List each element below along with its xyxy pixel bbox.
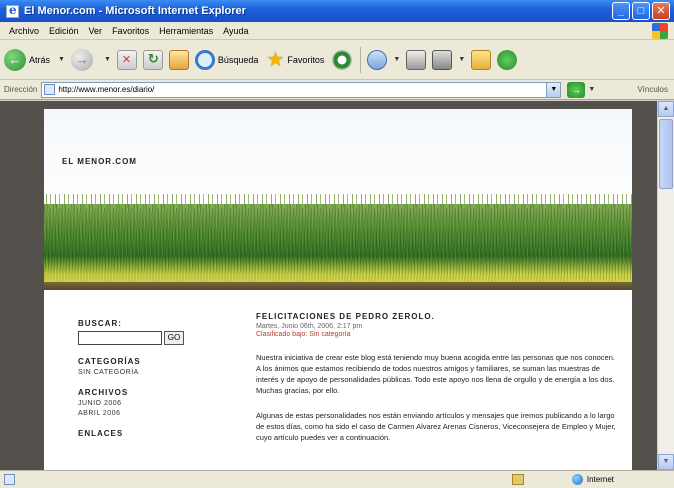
print-icon[interactable] <box>406 49 427 70</box>
magnifier-icon <box>194 49 215 70</box>
search-heading: BUSCAR: <box>78 319 122 328</box>
post-title[interactable]: FELICITACIONES DE PEDRO ZEROLO. <box>256 312 616 321</box>
search-row: GO <box>78 331 238 345</box>
window-controls: _ □ ✕ <box>612 2 670 20</box>
stop-icon[interactable] <box>116 49 137 70</box>
post-paragraph: Algunas de estas personalidades nos está… <box>256 411 616 442</box>
status-page-icon <box>4 474 15 485</box>
minimize-button[interactable]: _ <box>612 2 630 20</box>
archive-link-april[interactable]: ABRIL 2006 <box>78 410 238 417</box>
archives-heading: ARCHIVOS <box>78 388 129 397</box>
search-label: Búsqueda <box>217 54 259 65</box>
status-bar: Internet <box>0 470 674 488</box>
star-icon: ★ <box>266 49 285 71</box>
refresh-icon[interactable] <box>142 49 163 70</box>
scroll-thumb[interactable] <box>659 119 673 189</box>
menu-herramientas[interactable]: Herramientas <box>154 26 218 36</box>
edit-dropdown-icon[interactable]: ▼ <box>458 56 465 63</box>
links-heading: ENLACES <box>78 429 124 438</box>
toolbar-separator <box>360 46 362 73</box>
window-title: El Menor.com - Microsoft Internet Explor… <box>24 5 246 17</box>
header-grass-image <box>44 194 632 290</box>
menu-edicion[interactable]: Edición <box>44 26 84 36</box>
main-content: FELICITACIONES DE PEDRO ZEROLO. Martes, … <box>256 312 616 443</box>
back-label: Atrás <box>29 54 51 65</box>
menu-archivo[interactable]: Archivo <box>4 26 44 36</box>
post-body: Nuestra iniciativa de crear este blog es… <box>256 352 616 443</box>
forward-dropdown-icon[interactable]: ▼ <box>104 56 111 63</box>
windows-logo-icon <box>652 23 668 39</box>
edit-icon[interactable] <box>432 49 453 70</box>
links-label[interactable]: Vínculos <box>637 85 668 94</box>
forward-button[interactable]: → <box>70 48 96 71</box>
favorites-button[interactable]: ★ Favoritos <box>266 47 324 72</box>
back-button[interactable]: ← Atrás <box>4 48 51 71</box>
status-lock-icon <box>512 474 524 485</box>
history-icon[interactable] <box>332 49 353 70</box>
address-input[interactable]: http://www.menor.es/diario/ ▼ <box>41 81 562 98</box>
menu-bar: Archivo Edición Ver Favoritos Herramient… <box>0 22 674 40</box>
menu-ver[interactable]: Ver <box>84 26 108 36</box>
forward-arrow-icon: → <box>70 48 93 71</box>
mail-dropdown-icon[interactable]: ▼ <box>393 56 400 63</box>
site-title[interactable]: EL MENOR.COM <box>62 157 137 166</box>
globe-icon <box>571 474 583 485</box>
page-header: EL MENOR.COM <box>44 109 632 290</box>
vertical-scrollbar[interactable]: ▲ ▼ <box>657 101 674 470</box>
post-category-link[interactable]: Clasificado bajo: Sin categoría <box>256 331 616 338</box>
sidebar: BUSCAR: GO CATEGORÍAS SIN CATEGORÍA ARCH… <box>78 319 238 438</box>
menu-ayuda[interactable]: Ayuda <box>218 26 253 36</box>
categories-heading: CATEGORÍAS <box>78 357 141 366</box>
scroll-up-icon[interactable]: ▲ <box>658 101 674 117</box>
mail-icon[interactable] <box>367 49 388 70</box>
ie-icon <box>6 3 19 18</box>
address-bar: Dirección http://www.menor.es/diario/ ▼ … <box>0 80 674 100</box>
home-icon[interactable] <box>168 49 189 70</box>
post-meta: Martes, Junio 06th, 2006, 2:17 pm <box>256 323 363 330</box>
security-zone: Internet <box>571 474 614 485</box>
messenger-icon[interactable] <box>497 49 518 70</box>
toolbar: ← Atrás ▼ → ▼ Búsqueda ★ Favoritos ▼ ▼ <box>0 40 674 80</box>
search-go-button[interactable]: GO <box>164 331 184 345</box>
search-button[interactable]: Búsqueda <box>194 49 259 70</box>
archive-link-june[interactable]: JUNIO 2006 <box>78 400 238 407</box>
search-input[interactable] <box>78 331 162 345</box>
address-dropdown-icon[interactable]: ▼ <box>546 82 561 97</box>
go-arrow-icon[interactable]: → <box>567 81 586 98</box>
address-url: http://www.menor.es/diario/ <box>58 85 155 94</box>
address-label: Dirección <box>4 85 38 94</box>
post-paragraph: Nuestra iniciativa de crear este blog es… <box>256 353 615 395</box>
scroll-down-icon[interactable]: ▼ <box>658 454 674 470</box>
category-link[interactable]: SIN CATEGORÍA <box>78 369 238 376</box>
maximize-button[interactable]: □ <box>632 2 650 20</box>
back-dropdown-icon[interactable]: ▼ <box>58 56 65 63</box>
favorites-label: Favoritos <box>287 54 325 65</box>
zone-label: Internet <box>586 475 614 484</box>
close-button[interactable]: ✕ <box>652 2 670 20</box>
back-arrow-icon: ← <box>4 48 26 71</box>
page-icon <box>44 84 56 95</box>
web-page: EL MENOR.COM BUSCAR: GO CATEGORÍAS SIN C… <box>44 109 632 470</box>
title-bar: El Menor.com - Microsoft Internet Explor… <box>0 0 674 22</box>
folder-icon[interactable] <box>471 49 492 70</box>
browser-viewport: EL MENOR.COM BUSCAR: GO CATEGORÍAS SIN C… <box>0 101 674 470</box>
go-dropdown-icon[interactable]: ▼ <box>588 86 595 93</box>
menu-favoritos[interactable]: Favoritos <box>107 26 154 36</box>
